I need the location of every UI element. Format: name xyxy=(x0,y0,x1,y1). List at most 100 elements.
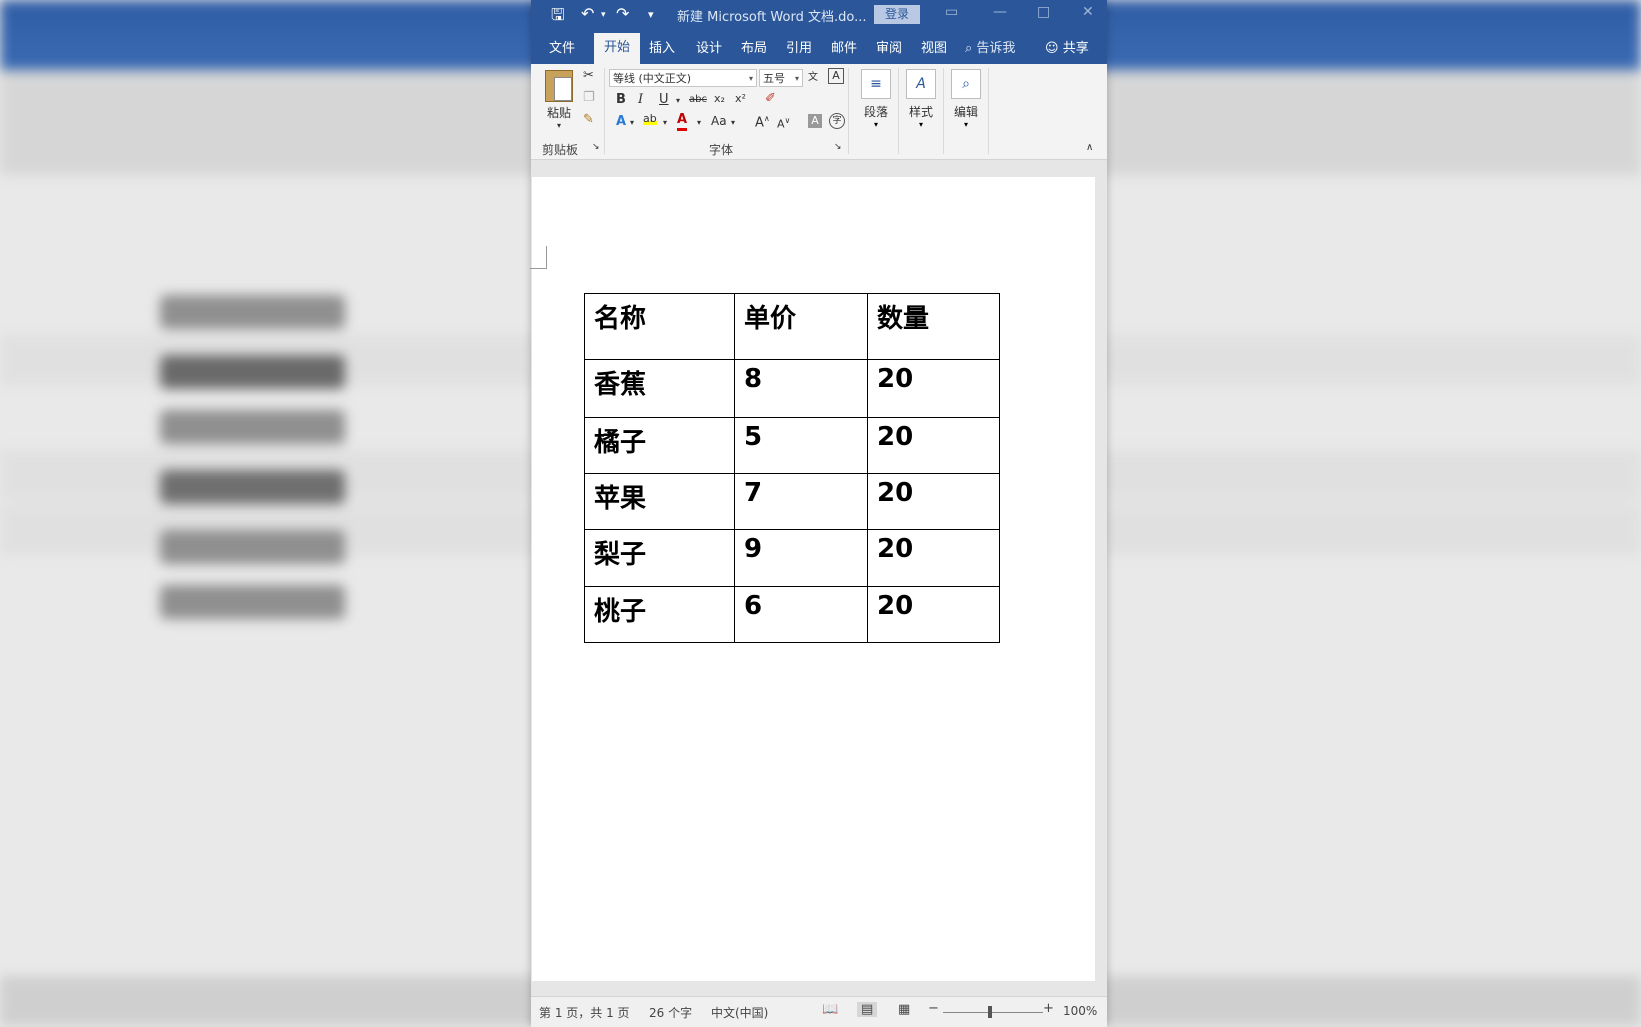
customize-quick-access-icon[interactable]: ▾ xyxy=(648,8,654,21)
enclose-characters-icon[interactable]: 字 xyxy=(829,113,845,129)
fruit-table[interactable]: 名称 单价 数量 香蕉 8 20 橘子 5 20 苹果 7 20 梨子 9 20… xyxy=(584,293,1000,643)
tab-design[interactable]: 设计 xyxy=(696,37,722,56)
font-color-icon[interactable]: A xyxy=(677,112,688,131)
login-button[interactable]: 登录 xyxy=(874,5,920,24)
tab-review[interactable]: 审阅 xyxy=(876,37,902,56)
cut-icon[interactable]: ✂ xyxy=(583,68,594,83)
language-indicator[interactable]: 中文(中国) xyxy=(711,1004,768,1021)
font-size-combo[interactable]: 五号 ▾ xyxy=(759,69,803,87)
table-cell[interactable]: 20 xyxy=(867,586,1000,643)
save-icon[interactable]: 🖫 xyxy=(551,4,565,31)
subscript-button[interactable]: x₂ xyxy=(714,92,725,105)
tell-me-search[interactable]: ⌕ 告诉我 xyxy=(965,37,1015,56)
format-painter-icon[interactable]: ✎ xyxy=(583,112,594,127)
table-row: 苹果 7 20 xyxy=(584,473,1000,530)
italic-button[interactable]: I xyxy=(638,92,643,107)
font-launcher-icon[interactable]: ↘ xyxy=(834,142,842,152)
page-info[interactable]: 第 1 页，共 1 页 xyxy=(539,1004,630,1021)
table-cell[interactable]: 8 xyxy=(734,359,868,418)
margin-corner-marker xyxy=(530,246,547,269)
undo-icon[interactable]: ↶ xyxy=(581,4,594,23)
table-cell[interactable]: 20 xyxy=(867,359,1000,418)
ribbon-display-options-icon[interactable]: ▭ xyxy=(945,4,958,20)
maximize-icon[interactable]: □ xyxy=(1037,4,1050,20)
table-cell[interactable]: 桃子 xyxy=(584,586,735,643)
paste-button[interactable]: 粘贴 ▾ xyxy=(541,70,577,130)
underline-dropdown-icon[interactable]: ▾ xyxy=(676,96,680,105)
table-row: 橘子 5 20 xyxy=(584,417,1000,474)
tab-home[interactable]: 开始 xyxy=(594,33,641,64)
word-count[interactable]: 26 个字 xyxy=(649,1004,692,1021)
tab-view[interactable]: 视图 xyxy=(921,37,947,56)
table-cell[interactable]: 橘子 xyxy=(584,417,735,474)
table-cell[interactable]: 6 xyxy=(734,586,868,643)
superscript-button[interactable]: x² xyxy=(735,92,746,105)
ribbon: 粘贴 ▾ ✂ ❐ ✎ 剪贴板 ↘ 等线 (中文正文) ▾ 五号 ▾ 文 A B … xyxy=(531,64,1107,160)
grow-font-icon[interactable]: A∧ xyxy=(755,114,770,130)
minimize-icon[interactable]: — xyxy=(993,4,1007,20)
styles-button[interactable]: A 样式 ▾ xyxy=(901,69,941,129)
undo-dropdown-icon[interactable]: ▾ xyxy=(601,10,606,20)
zoom-out-icon[interactable]: − xyxy=(928,1001,939,1016)
highlight-icon[interactable]: ab xyxy=(643,112,657,125)
shrink-font-icon[interactable]: A∨ xyxy=(777,116,790,131)
tab-layout[interactable]: 布局 xyxy=(741,37,767,56)
table-cell[interactable]: 梨子 xyxy=(584,529,735,587)
editing-button[interactable]: ⌕ 编辑 ▾ xyxy=(946,69,986,129)
redo-icon[interactable]: ↷ xyxy=(616,4,629,23)
document-page[interactable]: 名称 单价 数量 香蕉 8 20 橘子 5 20 苹果 7 20 梨子 9 20… xyxy=(530,177,1095,981)
table-cell[interactable]: 5 xyxy=(734,417,868,474)
table-header-cell[interactable]: 单价 xyxy=(734,293,868,360)
underline-button[interactable]: U xyxy=(659,92,669,107)
table-cell[interactable]: 20 xyxy=(867,473,1000,530)
paragraph-icon: ≡ xyxy=(861,69,891,99)
table-cell[interactable]: 20 xyxy=(867,529,1000,587)
text-effects-icon[interactable]: A xyxy=(616,114,626,129)
zoom-slider[interactable] xyxy=(943,1012,1043,1013)
print-layout-icon[interactable]: ▤ xyxy=(857,1002,878,1017)
phonetic-guide-icon[interactable]: 文 xyxy=(808,68,818,83)
share-button[interactable]: ☺ 共享 xyxy=(1045,37,1089,56)
table-cell[interactable]: 苹果 xyxy=(584,473,735,530)
character-border-icon[interactable]: A xyxy=(828,68,844,84)
font-group-label: 字体 xyxy=(709,143,734,157)
tab-insert[interactable]: 插入 xyxy=(649,37,675,56)
zoom-in-icon[interactable]: + xyxy=(1043,1001,1054,1016)
zoom-level[interactable]: 100% xyxy=(1063,1004,1097,1018)
character-shading-icon[interactable]: A xyxy=(808,114,822,128)
web-layout-icon[interactable]: ▦ xyxy=(898,1002,910,1017)
paste-dropdown-icon[interactable]: ▾ xyxy=(541,121,577,130)
read-mode-icon[interactable]: 📖 xyxy=(822,1002,838,1017)
clipboard-launcher-icon[interactable]: ↘ xyxy=(592,142,600,152)
status-bar: 第 1 页，共 1 页 26 个字 中文(中国) 📖 ▤ ▦ − + 100% xyxy=(531,996,1107,1027)
change-case-dropdown-icon[interactable]: ▾ xyxy=(731,118,735,127)
text-effects-dropdown-icon[interactable]: ▾ xyxy=(630,118,634,127)
document-title: 新建 Microsoft Word 文档.do... xyxy=(677,10,867,25)
table-header-cell[interactable]: 名称 xyxy=(584,293,735,360)
font-name-combo[interactable]: 等线 (中文正文) ▾ xyxy=(609,69,757,87)
table-header-row: 名称 单价 数量 xyxy=(584,293,1000,360)
tab-mailings[interactable]: 邮件 xyxy=(831,37,857,56)
font-name-dropdown-icon: ▾ xyxy=(748,74,753,83)
table-cell[interactable]: 9 xyxy=(734,529,868,587)
close-icon[interactable]: ✕ xyxy=(1082,4,1094,20)
strikethrough-button[interactable]: abc xyxy=(689,94,707,105)
highlight-dropdown-icon[interactable]: ▾ xyxy=(663,118,667,127)
table-cell[interactable]: 7 xyxy=(734,473,868,530)
table-cell[interactable]: 香蕉 xyxy=(584,359,735,418)
table-cell[interactable]: 20 xyxy=(867,417,1000,474)
styles-icon: A xyxy=(906,69,936,99)
font-color-dropdown-icon[interactable]: ▾ xyxy=(697,118,701,127)
zoom-slider-thumb[interactable] xyxy=(988,1006,992,1018)
bold-button[interactable]: B xyxy=(616,92,626,107)
tab-file[interactable]: 文件 xyxy=(549,37,575,56)
clipboard-group-label: 剪贴板 xyxy=(542,143,579,157)
table-header-cell[interactable]: 数量 xyxy=(867,293,1000,360)
change-case-button[interactable]: Aa xyxy=(711,114,727,128)
tab-references[interactable]: 引用 xyxy=(786,37,812,56)
clear-formatting-icon[interactable]: ✐ xyxy=(765,91,776,106)
paragraph-button[interactable]: ≡ 段落 ▾ xyxy=(856,69,896,129)
copy-icon[interactable]: ❐ xyxy=(583,90,595,105)
collapse-ribbon-icon[interactable]: ∧ xyxy=(1086,142,1093,153)
table-row: 香蕉 8 20 xyxy=(584,359,1000,418)
